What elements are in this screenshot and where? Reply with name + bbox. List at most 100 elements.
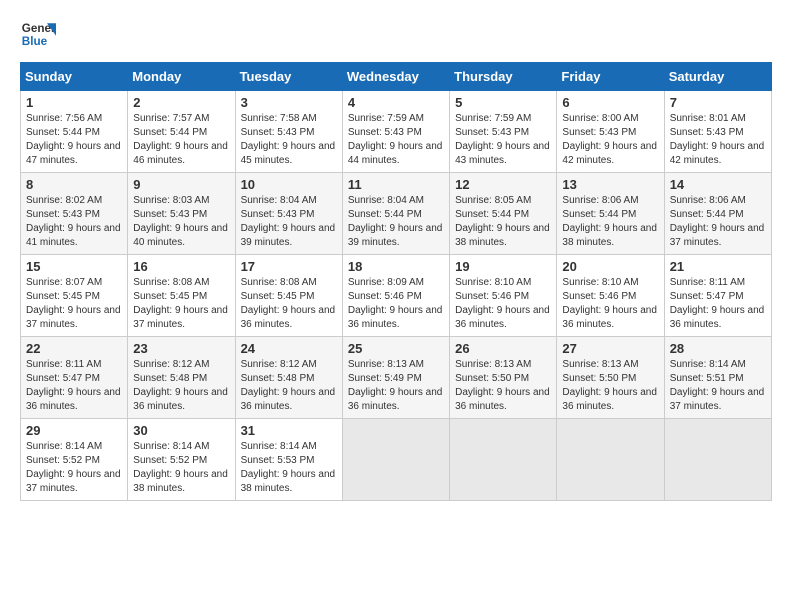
day-info: Sunrise: 8:11 AMSunset: 5:47 PMDaylight:…	[26, 359, 121, 412]
day-cell: 6 Sunrise: 8:00 AMSunset: 5:43 PMDayligh…	[557, 91, 664, 173]
day-cell	[450, 419, 557, 501]
header: General Blue	[20, 16, 772, 52]
day-number: 11	[348, 177, 444, 192]
day-cell: 16 Sunrise: 8:08 AMSunset: 5:45 PMDaylig…	[128, 255, 235, 337]
day-number: 26	[455, 341, 551, 356]
day-info: Sunrise: 8:03 AMSunset: 5:43 PMDaylight:…	[133, 195, 228, 248]
day-info: Sunrise: 8:02 AMSunset: 5:43 PMDaylight:…	[26, 195, 121, 248]
day-info: Sunrise: 7:59 AMSunset: 5:43 PMDaylight:…	[348, 113, 443, 166]
day-cell: 9 Sunrise: 8:03 AMSunset: 5:43 PMDayligh…	[128, 173, 235, 255]
day-number: 16	[133, 259, 229, 274]
logo-icon: General Blue	[20, 16, 56, 52]
day-number: 7	[670, 95, 766, 110]
day-cell: 8 Sunrise: 8:02 AMSunset: 5:43 PMDayligh…	[21, 173, 128, 255]
day-cell: 4 Sunrise: 7:59 AMSunset: 5:43 PMDayligh…	[342, 91, 449, 173]
day-cell: 17 Sunrise: 8:08 AMSunset: 5:45 PMDaylig…	[235, 255, 342, 337]
day-number: 4	[348, 95, 444, 110]
day-cell: 10 Sunrise: 8:04 AMSunset: 5:43 PMDaylig…	[235, 173, 342, 255]
day-number: 17	[241, 259, 337, 274]
day-cell	[342, 419, 449, 501]
col-header-thursday: Thursday	[450, 63, 557, 91]
day-number: 9	[133, 177, 229, 192]
day-cell: 1 Sunrise: 7:56 AMSunset: 5:44 PMDayligh…	[21, 91, 128, 173]
day-cell: 5 Sunrise: 7:59 AMSunset: 5:43 PMDayligh…	[450, 91, 557, 173]
day-number: 19	[455, 259, 551, 274]
day-number: 3	[241, 95, 337, 110]
day-number: 14	[670, 177, 766, 192]
col-header-friday: Friday	[557, 63, 664, 91]
day-info: Sunrise: 8:13 AMSunset: 5:50 PMDaylight:…	[455, 359, 550, 412]
day-cell: 31 Sunrise: 8:14 AMSunset: 5:53 PMDaylig…	[235, 419, 342, 501]
day-info: Sunrise: 8:10 AMSunset: 5:46 PMDaylight:…	[562, 277, 657, 330]
logo: General Blue	[20, 16, 56, 52]
day-info: Sunrise: 8:08 AMSunset: 5:45 PMDaylight:…	[241, 277, 336, 330]
day-cell: 27 Sunrise: 8:13 AMSunset: 5:50 PMDaylig…	[557, 337, 664, 419]
day-info: Sunrise: 8:00 AMSunset: 5:43 PMDaylight:…	[562, 113, 657, 166]
day-cell: 20 Sunrise: 8:10 AMSunset: 5:46 PMDaylig…	[557, 255, 664, 337]
day-cell: 30 Sunrise: 8:14 AMSunset: 5:52 PMDaylig…	[128, 419, 235, 501]
col-header-monday: Monday	[128, 63, 235, 91]
day-number: 31	[241, 423, 337, 438]
day-info: Sunrise: 8:07 AMSunset: 5:45 PMDaylight:…	[26, 277, 121, 330]
day-cell: 22 Sunrise: 8:11 AMSunset: 5:47 PMDaylig…	[21, 337, 128, 419]
day-info: Sunrise: 8:12 AMSunset: 5:48 PMDaylight:…	[133, 359, 228, 412]
col-header-sunday: Sunday	[21, 63, 128, 91]
day-number: 28	[670, 341, 766, 356]
day-number: 8	[26, 177, 122, 192]
day-number: 12	[455, 177, 551, 192]
day-number: 18	[348, 259, 444, 274]
day-number: 5	[455, 95, 551, 110]
day-cell	[557, 419, 664, 501]
day-number: 2	[133, 95, 229, 110]
day-info: Sunrise: 8:08 AMSunset: 5:45 PMDaylight:…	[133, 277, 228, 330]
week-row-3: 15 Sunrise: 8:07 AMSunset: 5:45 PMDaylig…	[21, 255, 772, 337]
col-header-saturday: Saturday	[664, 63, 771, 91]
day-cell: 14 Sunrise: 8:06 AMSunset: 5:44 PMDaylig…	[664, 173, 771, 255]
day-cell: 29 Sunrise: 8:14 AMSunset: 5:52 PMDaylig…	[21, 419, 128, 501]
day-info: Sunrise: 8:04 AMSunset: 5:43 PMDaylight:…	[241, 195, 336, 248]
day-number: 25	[348, 341, 444, 356]
day-number: 29	[26, 423, 122, 438]
day-cell: 3 Sunrise: 7:58 AMSunset: 5:43 PMDayligh…	[235, 91, 342, 173]
calendar-page: General Blue SundayMondayTuesdayWednesda…	[0, 0, 792, 517]
day-number: 20	[562, 259, 658, 274]
day-number: 21	[670, 259, 766, 274]
day-info: Sunrise: 7:58 AMSunset: 5:43 PMDaylight:…	[241, 113, 336, 166]
day-number: 10	[241, 177, 337, 192]
day-number: 13	[562, 177, 658, 192]
day-number: 24	[241, 341, 337, 356]
day-cell: 19 Sunrise: 8:10 AMSunset: 5:46 PMDaylig…	[450, 255, 557, 337]
day-info: Sunrise: 8:13 AMSunset: 5:49 PMDaylight:…	[348, 359, 443, 412]
day-cell: 13 Sunrise: 8:06 AMSunset: 5:44 PMDaylig…	[557, 173, 664, 255]
day-info: Sunrise: 8:14 AMSunset: 5:52 PMDaylight:…	[26, 441, 121, 494]
week-row-5: 29 Sunrise: 8:14 AMSunset: 5:52 PMDaylig…	[21, 419, 772, 501]
day-cell: 7 Sunrise: 8:01 AMSunset: 5:43 PMDayligh…	[664, 91, 771, 173]
header-row: SundayMondayTuesdayWednesdayThursdayFrid…	[21, 63, 772, 91]
day-info: Sunrise: 8:14 AMSunset: 5:53 PMDaylight:…	[241, 441, 336, 494]
day-info: Sunrise: 7:57 AMSunset: 5:44 PMDaylight:…	[133, 113, 228, 166]
day-info: Sunrise: 8:09 AMSunset: 5:46 PMDaylight:…	[348, 277, 443, 330]
day-cell: 23 Sunrise: 8:12 AMSunset: 5:48 PMDaylig…	[128, 337, 235, 419]
day-info: Sunrise: 8:06 AMSunset: 5:44 PMDaylight:…	[670, 195, 765, 248]
day-info: Sunrise: 8:11 AMSunset: 5:47 PMDaylight:…	[670, 277, 765, 330]
day-cell: 2 Sunrise: 7:57 AMSunset: 5:44 PMDayligh…	[128, 91, 235, 173]
day-info: Sunrise: 8:05 AMSunset: 5:44 PMDaylight:…	[455, 195, 550, 248]
day-cell: 15 Sunrise: 8:07 AMSunset: 5:45 PMDaylig…	[21, 255, 128, 337]
day-info: Sunrise: 8:12 AMSunset: 5:48 PMDaylight:…	[241, 359, 336, 412]
day-info: Sunrise: 8:04 AMSunset: 5:44 PMDaylight:…	[348, 195, 443, 248]
calendar-table: SundayMondayTuesdayWednesdayThursdayFrid…	[20, 62, 772, 501]
day-number: 15	[26, 259, 122, 274]
day-number: 23	[133, 341, 229, 356]
day-info: Sunrise: 8:10 AMSunset: 5:46 PMDaylight:…	[455, 277, 550, 330]
day-cell: 12 Sunrise: 8:05 AMSunset: 5:44 PMDaylig…	[450, 173, 557, 255]
day-info: Sunrise: 8:13 AMSunset: 5:50 PMDaylight:…	[562, 359, 657, 412]
day-cell: 21 Sunrise: 8:11 AMSunset: 5:47 PMDaylig…	[664, 255, 771, 337]
day-number: 1	[26, 95, 122, 110]
day-cell: 26 Sunrise: 8:13 AMSunset: 5:50 PMDaylig…	[450, 337, 557, 419]
day-cell: 18 Sunrise: 8:09 AMSunset: 5:46 PMDaylig…	[342, 255, 449, 337]
day-info: Sunrise: 7:59 AMSunset: 5:43 PMDaylight:…	[455, 113, 550, 166]
week-row-4: 22 Sunrise: 8:11 AMSunset: 5:47 PMDaylig…	[21, 337, 772, 419]
day-number: 30	[133, 423, 229, 438]
week-row-2: 8 Sunrise: 8:02 AMSunset: 5:43 PMDayligh…	[21, 173, 772, 255]
week-row-1: 1 Sunrise: 7:56 AMSunset: 5:44 PMDayligh…	[21, 91, 772, 173]
